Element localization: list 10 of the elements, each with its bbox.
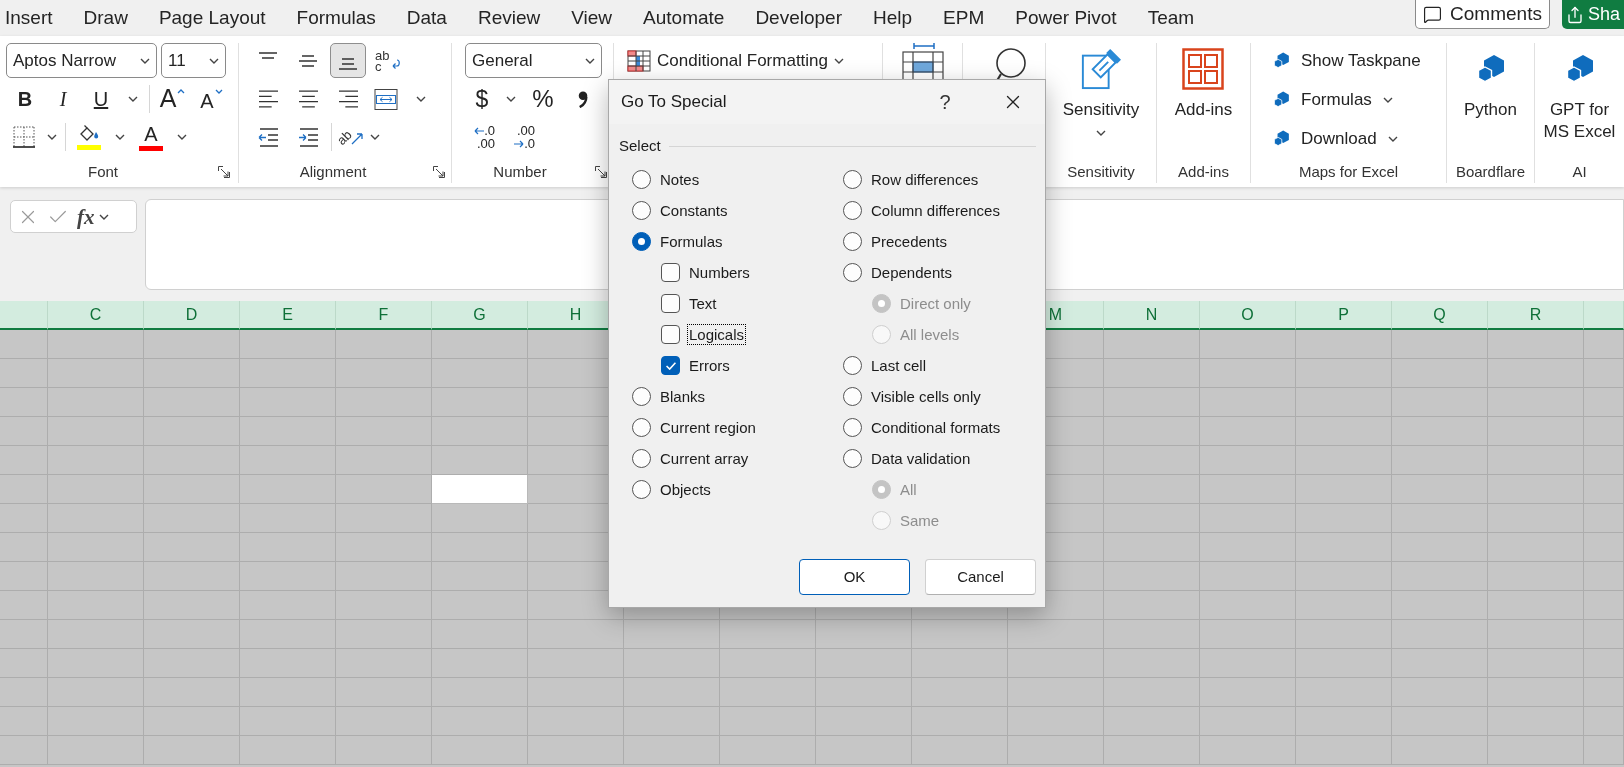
group-label: Add-ins	[1178, 161, 1229, 182]
group-label: Select	[619, 135, 661, 156]
group-label: Alignment	[298, 161, 368, 182]
group-label: Sensitivity	[1067, 161, 1135, 182]
group-label: Boardflare	[1455, 161, 1526, 182]
group-label: Font	[87, 161, 119, 182]
group-label: Number	[492, 161, 548, 182]
group-label: Maps for Excel	[1297, 161, 1400, 182]
dialog-title: Go To Special	[621, 91, 727, 114]
group-label: AI	[1572, 161, 1587, 182]
